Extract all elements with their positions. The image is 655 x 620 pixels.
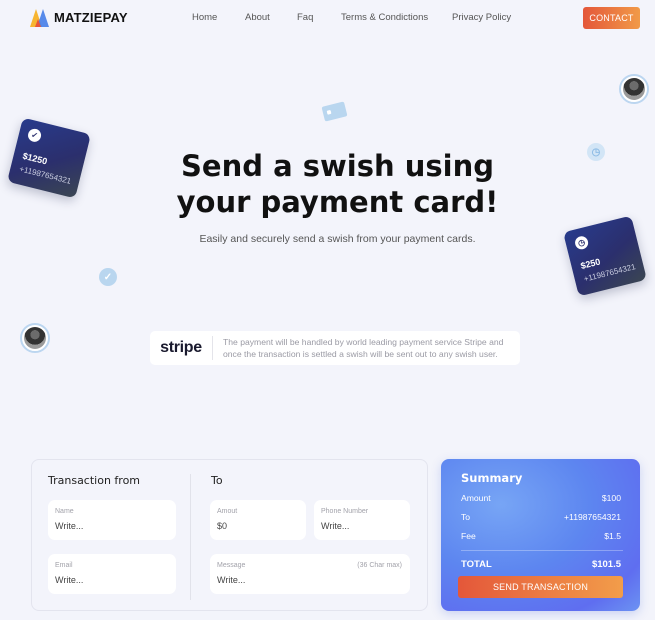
summary-label: Amount <box>461 493 491 503</box>
nav-faq[interactable]: Faq <box>297 12 313 23</box>
stripe-text-line1: The payment will be handled by world lea… <box>223 337 504 347</box>
name-field[interactable]: Name Write... <box>48 500 176 540</box>
stripe-text-line2: once the transaction is settled a swish … <box>223 349 498 359</box>
summary-row-to: To +11987654321 <box>461 512 621 522</box>
message-input[interactable]: Write... <box>217 575 245 585</box>
total-label: TOTAL <box>461 559 492 570</box>
card-amount: $1250 <box>21 150 49 167</box>
hero-title-line1: Send a swish using <box>181 149 494 183</box>
summary-label: To <box>461 512 471 522</box>
summary-panel: Summary Amount $100 To +11987654321 Fee … <box>441 459 640 611</box>
name-label: Name <box>55 508 74 515</box>
summary-title: Summary <box>461 471 523 485</box>
decorative-card-left: ✓ $1250 +11987654321 <box>7 117 91 199</box>
summary-value: +11987654321 <box>564 512 621 522</box>
transaction-form: Transaction from To Name Write... Email … <box>31 459 428 611</box>
summary-row-amount: Amount $100 <box>461 493 621 503</box>
brand-logo[interactable]: MATZIEPAY <box>30 8 128 27</box>
amount-label: Amout <box>217 508 238 515</box>
name-input[interactable]: Write... <box>55 521 83 531</box>
summary-row-fee: Fee $1.5 <box>461 531 621 541</box>
summary-value: $100 <box>601 493 621 503</box>
hero-subtitle: Easily and securely send a swish from yo… <box>199 233 476 245</box>
summary-row-total: TOTAL $101.5 <box>461 559 621 570</box>
total-value: $101.5 <box>591 559 621 570</box>
message-label: Message <box>217 562 246 569</box>
check-badge-icon: ✓ <box>99 268 117 286</box>
amount-input[interactable]: $0 <box>217 521 227 531</box>
clock-icon: ◷ <box>573 234 590 251</box>
check-icon: ✓ <box>26 127 43 144</box>
nav-terms[interactable]: Terms & Condictions <box>341 12 428 23</box>
logo-icon <box>30 8 49 27</box>
card-phone: +11987654321 <box>18 164 73 186</box>
email-input[interactable]: Write... <box>55 575 83 585</box>
divider <box>190 474 191 600</box>
amount-field[interactable]: Amout $0 <box>210 500 306 540</box>
hero-title: Send a swish using your payment card! <box>140 148 535 220</box>
phone-number-field[interactable]: Phone Number Write... <box>314 500 410 540</box>
divider <box>461 550 623 551</box>
avatar-woman <box>20 323 50 353</box>
send-transaction-button[interactable]: SEND TRANSACTION <box>458 576 623 598</box>
header: MATZIEPAY Home About Faq Terms & Condict… <box>0 0 655 38</box>
transaction-from-heading: Transaction from <box>48 474 141 487</box>
stripe-description: The payment will be handled by world lea… <box>213 336 503 360</box>
phone-number-input[interactable]: Write... <box>321 521 349 531</box>
nav-home[interactable]: Home <box>192 12 217 23</box>
card-amount: $250 <box>579 256 602 272</box>
email-label: Email <box>55 562 73 569</box>
stripe-banner: stripe The payment will be handled by wo… <box>150 331 520 365</box>
email-field[interactable]: Email Write... <box>48 554 176 594</box>
stripe-logo: stripe <box>160 339 202 356</box>
phone-number-label: Phone Number <box>321 508 369 515</box>
summary-value: $1.5 <box>604 531 621 541</box>
nav-about[interactable]: About <box>245 12 270 23</box>
message-char-limit: (36 Char max) <box>357 562 402 569</box>
brand-name: MATZIEPAY <box>54 10 128 25</box>
avatar-man <box>619 74 649 104</box>
credit-card-icon <box>321 101 348 122</box>
transaction-to-heading: To <box>211 474 223 487</box>
clock-icon: ◷ <box>587 143 605 161</box>
decorative-card-right: ◷ $250 +11987654321 <box>563 215 647 297</box>
summary-label: Fee <box>461 531 476 541</box>
message-field[interactable]: Message (36 Char max) Write... <box>210 554 410 594</box>
hero-title-line2: your payment card! <box>176 185 499 219</box>
contact-button[interactable]: CONTACT <box>583 7 640 29</box>
nav-privacy[interactable]: Privacy Policy <box>452 12 511 23</box>
